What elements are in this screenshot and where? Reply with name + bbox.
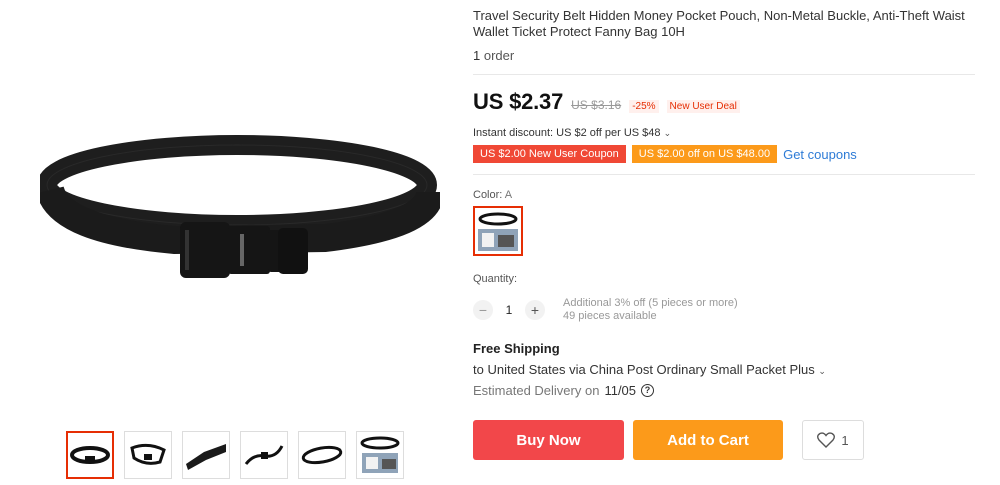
coupon-row: US $2.00 New User Coupon US $2.00 off on… [473, 145, 975, 163]
heart-icon [817, 432, 836, 448]
shipping-route-text: to United States via China Post Ordinary… [473, 362, 815, 377]
store-coupon[interactable]: US $2.00 off on US $48.00 [631, 145, 778, 163]
instant-discount-text: Instant discount: US $2 off per US $48 [473, 127, 661, 139]
instant-discount[interactable]: Instant discount: US $2 off per US $48 ⌄ [473, 127, 975, 139]
help-icon[interactable]: ? [641, 384, 655, 397]
price-row: US $2.37 US $3.16 -25% New User Deal [473, 89, 975, 115]
color-value: A [504, 189, 513, 201]
quantity-value[interactable]: 1 [503, 303, 515, 317]
quantity-notes: Additional 3% off (5 pieces or more) 49 … [563, 297, 738, 323]
wishlist-button[interactable]: 1 [802, 420, 864, 460]
product-title: Travel Security Belt Hidden Money Pocket… [473, 8, 965, 39]
divider [473, 174, 975, 175]
color-label-text: Color: [473, 189, 503, 201]
color-label: Color: A [473, 189, 975, 201]
thumbnail-4[interactable] [240, 431, 288, 479]
main-product-image [36, 130, 444, 290]
new-user-deal-badge: New User Deal [666, 100, 740, 113]
order-count-label: order [483, 48, 515, 63]
chevron-down-icon: ⌄ [818, 366, 826, 376]
shipping-route[interactable]: to United States via China Post Ordinary… [473, 362, 975, 377]
delivery-date: 11/05 [604, 383, 637, 398]
product-info-panel: Travel Security Belt Hidden Money Pocket… [473, 8, 975, 460]
delivery-label: Estimated Delivery on [473, 383, 600, 398]
wishlist-count: 1 [841, 432, 849, 448]
estimated-delivery: Estimated Delivery on 11/05 ? [473, 383, 975, 398]
order-count-number: 1 [473, 48, 481, 63]
thumbnail-1[interactable] [66, 431, 114, 479]
action-buttons: Buy Now Add to Cart 1 [473, 420, 975, 460]
quantity-decrease-button[interactable]: − [473, 300, 493, 320]
thumbnail-5[interactable] [298, 431, 346, 479]
thumbnail-3[interactable] [182, 431, 230, 479]
thumbnail-2[interactable] [124, 431, 172, 479]
new-user-coupon[interactable]: US $2.00 New User Coupon [473, 145, 626, 163]
buy-now-button[interactable]: Buy Now [473, 420, 624, 460]
shipping-title: Free Shipping [473, 341, 560, 356]
thumbnail-6[interactable] [356, 431, 404, 479]
quantity-stepper: − 1 + Additional 3% off (5 pieces or mor… [473, 297, 975, 323]
bulk-discount-note: Additional 3% off (5 pieces or more) [563, 297, 738, 309]
color-option-a[interactable] [473, 206, 523, 256]
divider [473, 74, 975, 75]
current-price: US $2.37 [473, 89, 564, 114]
discount-badge: -25% [629, 100, 659, 113]
add-to-cart-button[interactable]: Add to Cart [633, 420, 783, 460]
original-price: US $3.16 [571, 98, 622, 112]
quantity-label: Quantity: [473, 273, 518, 285]
quantity-increase-button[interactable]: + [525, 300, 545, 320]
order-count: 1 order [473, 48, 975, 63]
thumbnail-strip [66, 431, 404, 479]
get-coupons-link[interactable]: Get coupons [783, 147, 857, 162]
stock-available-note: 49 pieces available [563, 310, 657, 322]
chevron-down-icon: ⌄ [663, 128, 672, 138]
